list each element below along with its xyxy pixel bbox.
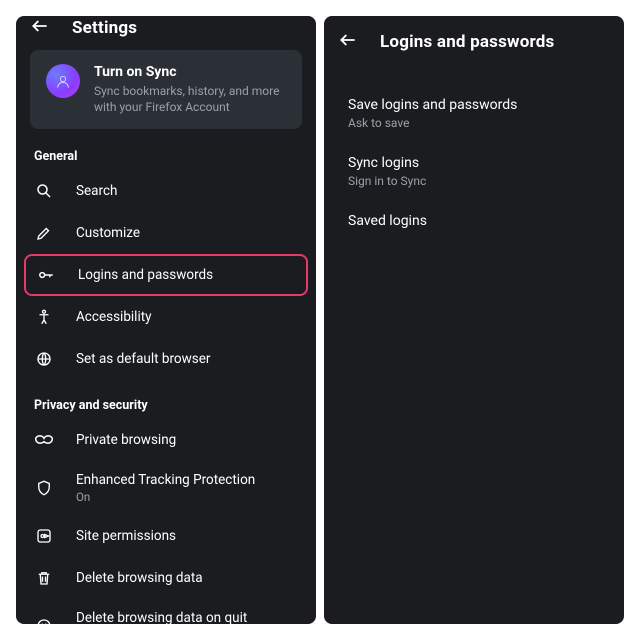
row-default-browser[interactable]: Set as default browser: [16, 338, 316, 380]
settings-topbar: Settings: [16, 16, 316, 40]
section-general-label: General: [16, 143, 316, 170]
page-title: Logins and passwords: [380, 32, 555, 52]
row-saved-logins[interactable]: Saved logins: [324, 202, 624, 243]
row-saved-label: Saved logins: [348, 213, 600, 229]
logins-list: Save logins and passwords Ask to save Sy…: [324, 68, 624, 261]
row-accessibility-label: Accessibility: [76, 309, 152, 325]
row-siteperm-label: Site permissions: [76, 528, 176, 544]
logins-topbar: Logins and passwords: [324, 16, 624, 68]
accessibility-icon: [34, 307, 54, 327]
sync-card[interactable]: Turn on Sync Sync bookmarks, history, an…: [30, 50, 302, 129]
row-sync-label: Sync logins: [348, 155, 600, 171]
row-accessibility[interactable]: Accessibility: [16, 296, 316, 338]
privacy-list: Private browsing Enhanced Tracking Prote…: [16, 419, 316, 624]
row-sync-sub: Sign in to Sync: [348, 174, 600, 188]
permissions-icon: [34, 526, 54, 546]
sync-text: Turn on Sync Sync bookmarks, history, an…: [94, 64, 286, 115]
row-logins[interactable]: Logins and passwords: [24, 254, 308, 296]
row-tracking-sub: On: [76, 490, 255, 504]
close-circle-icon: [34, 616, 54, 624]
search-icon: [34, 181, 54, 201]
row-private-label: Private browsing: [76, 432, 176, 448]
row-private-browsing[interactable]: Private browsing: [16, 419, 316, 461]
row-logins-label: Logins and passwords: [78, 267, 213, 283]
row-tracking[interactable]: Enhanced Tracking Protection On: [16, 461, 316, 515]
row-delete-data[interactable]: Delete browsing data: [16, 557, 316, 599]
row-default-label: Set as default browser: [76, 351, 210, 367]
row-save-logins[interactable]: Save logins and passwords Ask to save: [324, 86, 624, 144]
brush-icon: [34, 223, 54, 243]
row-search[interactable]: Search: [16, 170, 316, 212]
row-customize[interactable]: Customize: [16, 212, 316, 254]
row-save-sub: Ask to save: [348, 116, 600, 130]
globe-icon: [34, 349, 54, 369]
trash-icon: [34, 568, 54, 588]
back-icon[interactable]: [338, 30, 358, 54]
sync-subtitle: Sync bookmarks, history, and more with y…: [94, 83, 286, 115]
shield-icon: [34, 478, 54, 498]
section-privacy-label: Privacy and security: [16, 392, 316, 419]
row-delete-on-quit[interactable]: Delete browsing data on quit On: [16, 599, 316, 624]
row-search-label: Search: [76, 183, 117, 199]
page-title: Settings: [72, 18, 137, 38]
row-deletequit-label: Delete browsing data on quit: [76, 610, 247, 624]
logins-screen: Logins and passwords Save logins and pas…: [324, 16, 624, 624]
sync-title: Turn on Sync: [94, 64, 286, 80]
row-site-permissions[interactable]: Site permissions: [16, 515, 316, 557]
row-customize-label: Customize: [76, 225, 140, 241]
row-delete-label: Delete browsing data: [76, 570, 203, 586]
row-tracking-label: Enhanced Tracking Protection: [76, 472, 255, 488]
mask-icon: [34, 430, 54, 450]
settings-screen: Settings Turn on Sync Sync bookmarks, hi…: [16, 16, 316, 624]
back-icon[interactable]: [30, 16, 50, 40]
key-icon: [36, 265, 56, 285]
general-list: Search Customize Logins and passwords Ac…: [16, 170, 316, 380]
row-save-label: Save logins and passwords: [348, 97, 600, 113]
row-sync-logins[interactable]: Sync logins Sign in to Sync: [324, 144, 624, 202]
sync-avatar-icon: [46, 64, 80, 98]
